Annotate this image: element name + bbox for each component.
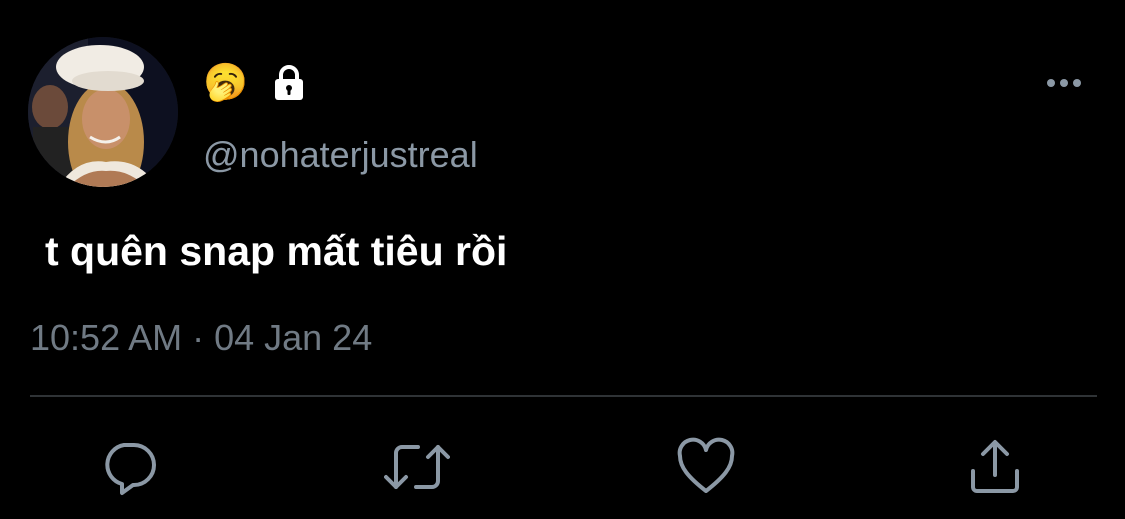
tweet-text: t quên snap mất tiêu rồi <box>45 228 508 274</box>
lock-icon <box>270 64 308 102</box>
avatar[interactable] <box>28 37 178 187</box>
retweet-icon[interactable] <box>384 437 450 497</box>
avatar-image <box>28 37 178 187</box>
name-row: 🥱 <box>203 62 308 104</box>
share-icon[interactable] <box>965 437 1025 497</box>
heart-icon[interactable] <box>676 437 736 497</box>
divider <box>30 395 1097 397</box>
user-handle[interactable]: @nohaterjustreal <box>203 134 478 176</box>
tweet-timestamp[interactable]: 10:52 AM · 04 Jan 24 <box>30 316 372 360</box>
reply-icon[interactable] <box>100 437 160 497</box>
more-options-icon[interactable] <box>1044 71 1084 95</box>
display-name-emoji: 🥱 <box>203 62 248 103</box>
